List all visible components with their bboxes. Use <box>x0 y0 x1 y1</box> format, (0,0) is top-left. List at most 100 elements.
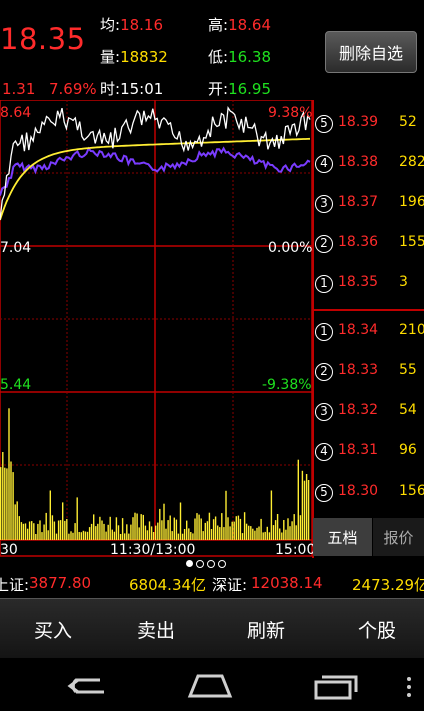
volume-bar <box>190 532 192 540</box>
volume-bar <box>237 515 240 540</box>
price-change: 1.31 <box>2 80 36 98</box>
volume-bar <box>307 480 310 540</box>
action-bar: 买入 卖出 刷新 个股 <box>0 598 424 659</box>
volume-bar <box>8 408 10 540</box>
volume-bar <box>276 514 279 540</box>
recent-apps-icon[interactable] <box>312 672 360 700</box>
volume-bar <box>84 531 87 540</box>
buy-button[interactable]: 买入 <box>0 599 106 659</box>
volume-bar <box>80 532 82 540</box>
volume-bar <box>109 516 111 540</box>
open-label: 开: <box>208 80 229 98</box>
volume-bar <box>101 520 103 540</box>
volume-bar <box>138 527 140 540</box>
volume-bar <box>165 528 167 540</box>
overflow-menu-icon[interactable] <box>404 676 414 700</box>
volume-bar <box>272 525 275 540</box>
volume-bar <box>28 521 31 540</box>
back-icon[interactable] <box>64 674 110 698</box>
volume-bar <box>192 533 194 540</box>
volume-bar <box>134 512 136 540</box>
volume-bar <box>266 526 268 540</box>
axis-top-pct: 9.38% <box>268 105 313 121</box>
level-volume: 156 <box>399 483 424 499</box>
volume-bar <box>119 534 122 540</box>
stock-button[interactable]: 个股 <box>324 599 424 659</box>
volume-bar <box>93 514 95 540</box>
volume-bar <box>196 513 198 540</box>
volume-bar <box>219 527 221 540</box>
volume-bar <box>43 524 45 540</box>
volume-bar <box>210 529 213 540</box>
volume-bar <box>279 528 281 540</box>
volume-bar <box>258 526 260 540</box>
volume-bar <box>155 525 157 540</box>
high-label: 高: <box>208 16 229 34</box>
level-volume: 210 <box>399 322 424 338</box>
volume-bar <box>39 520 41 540</box>
volume-bar <box>68 533 70 540</box>
volume-bar <box>179 502 182 540</box>
volume-bar <box>107 524 109 540</box>
volume-bar <box>37 523 39 540</box>
volume-bar <box>53 521 56 540</box>
volume-bar <box>49 490 51 540</box>
volume-bar <box>55 533 58 540</box>
level-number: 2 <box>315 363 333 381</box>
page-dots[interactable] <box>186 560 226 568</box>
volume-bar <box>66 519 68 540</box>
order-buy-5: 5 18.30 156 <box>313 474 424 514</box>
sell-button[interactable]: 卖出 <box>103 599 209 659</box>
volume-bar <box>241 533 244 540</box>
order-sell-1: 1 18.35 3 <box>313 265 424 305</box>
volume-bar <box>142 514 144 540</box>
volume-bar <box>175 519 178 540</box>
volume-bar <box>6 468 8 540</box>
page-dot-active <box>186 560 193 567</box>
volume-bar <box>128 533 130 540</box>
remove-watchlist-button[interactable]: 删除自选 <box>325 31 417 73</box>
level-volume: 54 <box>399 402 417 418</box>
time: 时:15:01 <box>100 78 163 99</box>
refresh-button[interactable]: 刷新 <box>213 599 319 659</box>
volume-bar <box>177 533 180 540</box>
level-price: 18.30 <box>338 483 379 499</box>
sh-index-value: 3877.80 <box>29 574 92 592</box>
volume-bar <box>72 532 74 540</box>
volume-bar <box>90 523 93 540</box>
volume-bar <box>4 467 6 540</box>
level-number: 3 <box>315 403 333 421</box>
low-price: 低:16.38 <box>208 46 271 67</box>
volume-bar <box>223 527 225 540</box>
level-price: 18.31 <box>338 442 379 458</box>
volume-bar <box>245 523 248 540</box>
volume-bar <box>136 513 138 540</box>
volume-bar <box>254 530 256 540</box>
volume-bar <box>47 530 49 540</box>
volume-bar <box>270 490 273 540</box>
volume-bar <box>194 518 196 540</box>
volume-bar <box>99 516 101 540</box>
level-price: 18.34 <box>338 322 379 338</box>
level-volume: 96 <box>399 442 417 458</box>
volume-bar <box>130 524 132 540</box>
volume-bar <box>64 520 66 540</box>
order-sell-5: 5 18.39 52 <box>313 105 424 145</box>
volume-bar <box>181 533 184 540</box>
volume-bar <box>150 526 153 540</box>
tab-five-levels[interactable]: 五档 <box>313 518 372 556</box>
level-number: 4 <box>315 155 333 173</box>
volume-bar <box>225 490 227 540</box>
volume-bar <box>186 520 188 540</box>
volume-bar <box>291 521 293 540</box>
volume-bar <box>227 517 229 540</box>
level-number: 5 <box>315 484 333 502</box>
home-icon[interactable] <box>186 672 234 698</box>
volume-bar <box>20 522 23 540</box>
low-value: 16.38 <box>228 48 272 66</box>
volume-bar <box>198 514 200 540</box>
volume-bar <box>163 503 165 540</box>
axis-top-price: 8.64 <box>0 105 32 121</box>
page-dot <box>196 560 204 568</box>
tab-quote[interactable]: 报价 <box>373 518 424 556</box>
